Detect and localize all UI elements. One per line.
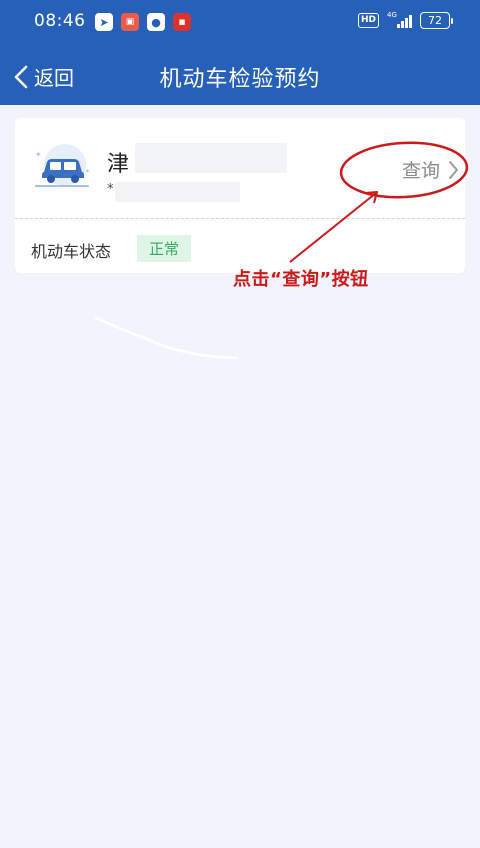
notification-icons: ➤ ▣ ● ■ [95, 13, 191, 31]
sub-info-redaction [115, 182, 240, 202]
status-indicators: HD 4G 72 [357, 10, 453, 29]
vehicle-status-label: 机动车状态 [31, 242, 112, 261]
game-icon: ▣ [121, 13, 139, 31]
dashed-divider [15, 218, 465, 219]
status-time: 08:46 [34, 11, 86, 31]
battery-level: 72 [428, 14, 442, 27]
query-button[interactable]: 查询 [402, 156, 459, 183]
query-label: 查询 [401, 160, 440, 182]
network-label: 4G [387, 10, 397, 19]
status-bar: 08:46 ➤ ▣ ● ■ HD 4G 72 [0, 0, 480, 44]
signal-icon: 4G [387, 10, 412, 28]
chevron-right-icon [449, 160, 458, 179]
hand-stroke [94, 316, 238, 360]
page-title: 机动车检验预约 [159, 67, 321, 92]
news-icon: ■ [173, 13, 191, 31]
telegram-icon: ➤ [95, 13, 113, 31]
car-icon: ✦ ✦ [35, 144, 90, 187]
svg-text:✦: ✦ [85, 168, 90, 175]
svg-text:✦: ✦ [35, 150, 42, 159]
wechat-icon: ● [147, 13, 165, 31]
plate-number: 津 [107, 152, 130, 177]
hd-badge: HD [357, 13, 379, 28]
status-badge: 正常 [137, 235, 192, 262]
annotation-text: 点击“查询”按钮 [233, 269, 369, 290]
top-bar: 08:46 ➤ ▣ ● ■ HD 4G 72 返回 机动车检验预约 [0, 0, 480, 105]
vehicle-card: ✦ ✦ 津 * 查询 机动车状态 正常 [15, 118, 465, 273]
plate-redaction [135, 143, 287, 173]
nav-bar: 返回 机动车检验预约 [0, 44, 480, 105]
battery-icon: 72 [420, 12, 453, 29]
vehicle-sub-info: * [107, 182, 114, 197]
